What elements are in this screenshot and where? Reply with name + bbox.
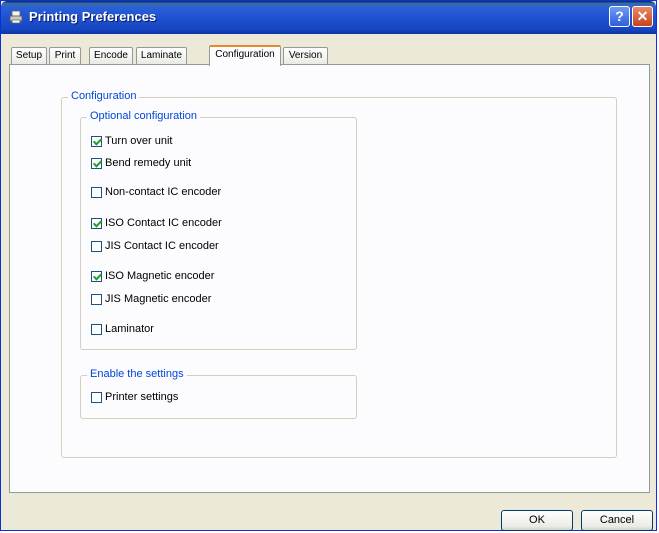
non-contact-ic-encoder-label: Non-contact IC encoder: [105, 186, 222, 198]
tab-laminate[interactable]: Laminate: [136, 47, 187, 65]
iso-contact-ic-encoder-option[interactable]: ISO Contact IC encoder: [91, 216, 222, 230]
non-contact-ic-encoder-option[interactable]: Non-contact IC encoder: [91, 185, 221, 199]
iso-contact-ic-encoder-label: ISO Contact IC encoder: [105, 217, 222, 229]
tab-encode[interactable]: Encode: [89, 47, 133, 65]
iso-magnetic-encoder-label: ISO Magnetic encoder: [105, 270, 215, 282]
optional-configuration-legend: Optional configuration: [87, 110, 201, 122]
configuration-group: Configuration Optional configuration Tur…: [61, 90, 617, 458]
laminator-label: Laminator: [105, 323, 154, 335]
laminator-checkbox[interactable]: [91, 323, 102, 335]
bend-remedy-unit-checkbox[interactable]: [91, 157, 102, 169]
turn-over-unit-label: Turn over unit: [105, 135, 173, 147]
jis-magnetic-encoder-label: JIS Magnetic encoder: [105, 293, 212, 305]
jis-contact-ic-encoder-label: JIS Contact IC encoder: [105, 240, 219, 252]
printing-preferences-window: Printing Preferences ? ✕ Setup Print Enc…: [0, 0, 657, 531]
close-button[interactable]: ✕: [632, 6, 653, 27]
tab-version[interactable]: Version: [283, 47, 328, 65]
printer-settings-label: Printer settings: [105, 391, 179, 403]
optional-configuration-group: Optional configuration Turn over unit Be…: [80, 110, 357, 350]
configuration-panel: Configuration Optional configuration Tur…: [9, 64, 650, 493]
enable-settings-group: Enable the settings Printer settings: [80, 368, 357, 419]
laminator-option[interactable]: Laminator: [91, 322, 154, 336]
iso-magnetic-encoder-checkbox[interactable]: [91, 270, 102, 282]
jis-contact-ic-encoder-option[interactable]: JIS Contact IC encoder: [91, 239, 219, 253]
tab-print[interactable]: Print: [49, 47, 81, 65]
jis-magnetic-encoder-checkbox[interactable]: [91, 293, 102, 305]
help-button[interactable]: ?: [609, 6, 630, 27]
enable-settings-legend: Enable the settings: [87, 368, 187, 380]
printer-settings-checkbox[interactable]: [91, 391, 102, 403]
tab-configuration[interactable]: Configuration: [209, 45, 281, 66]
printer-settings-option[interactable]: Printer settings: [91, 390, 178, 404]
window-title: Printing Preferences: [29, 9, 157, 24]
bend-remedy-unit-option[interactable]: Bend remedy unit: [91, 156, 191, 170]
non-contact-ic-encoder-checkbox[interactable]: [91, 186, 102, 198]
bend-remedy-unit-label: Bend remedy unit: [105, 157, 192, 169]
turn-over-unit-option[interactable]: Turn over unit: [91, 134, 172, 148]
title-bar[interactable]: Printing Preferences ? ✕: [1, 1, 656, 34]
tab-setup[interactable]: Setup: [11, 47, 47, 65]
iso-magnetic-encoder-option[interactable]: ISO Magnetic encoder: [91, 269, 214, 283]
jis-magnetic-encoder-option[interactable]: JIS Magnetic encoder: [91, 292, 211, 306]
tab-strip: Setup Print Encode Laminate Configuratio…: [9, 45, 649, 66]
printer-icon: [9, 10, 23, 24]
jis-contact-ic-encoder-checkbox[interactable]: [91, 240, 102, 252]
iso-contact-ic-encoder-checkbox[interactable]: [91, 217, 102, 229]
cancel-button[interactable]: Cancel: [581, 510, 653, 531]
configuration-legend: Configuration: [68, 90, 140, 102]
turn-over-unit-checkbox[interactable]: [91, 135, 102, 147]
ok-button[interactable]: OK: [501, 510, 573, 531]
